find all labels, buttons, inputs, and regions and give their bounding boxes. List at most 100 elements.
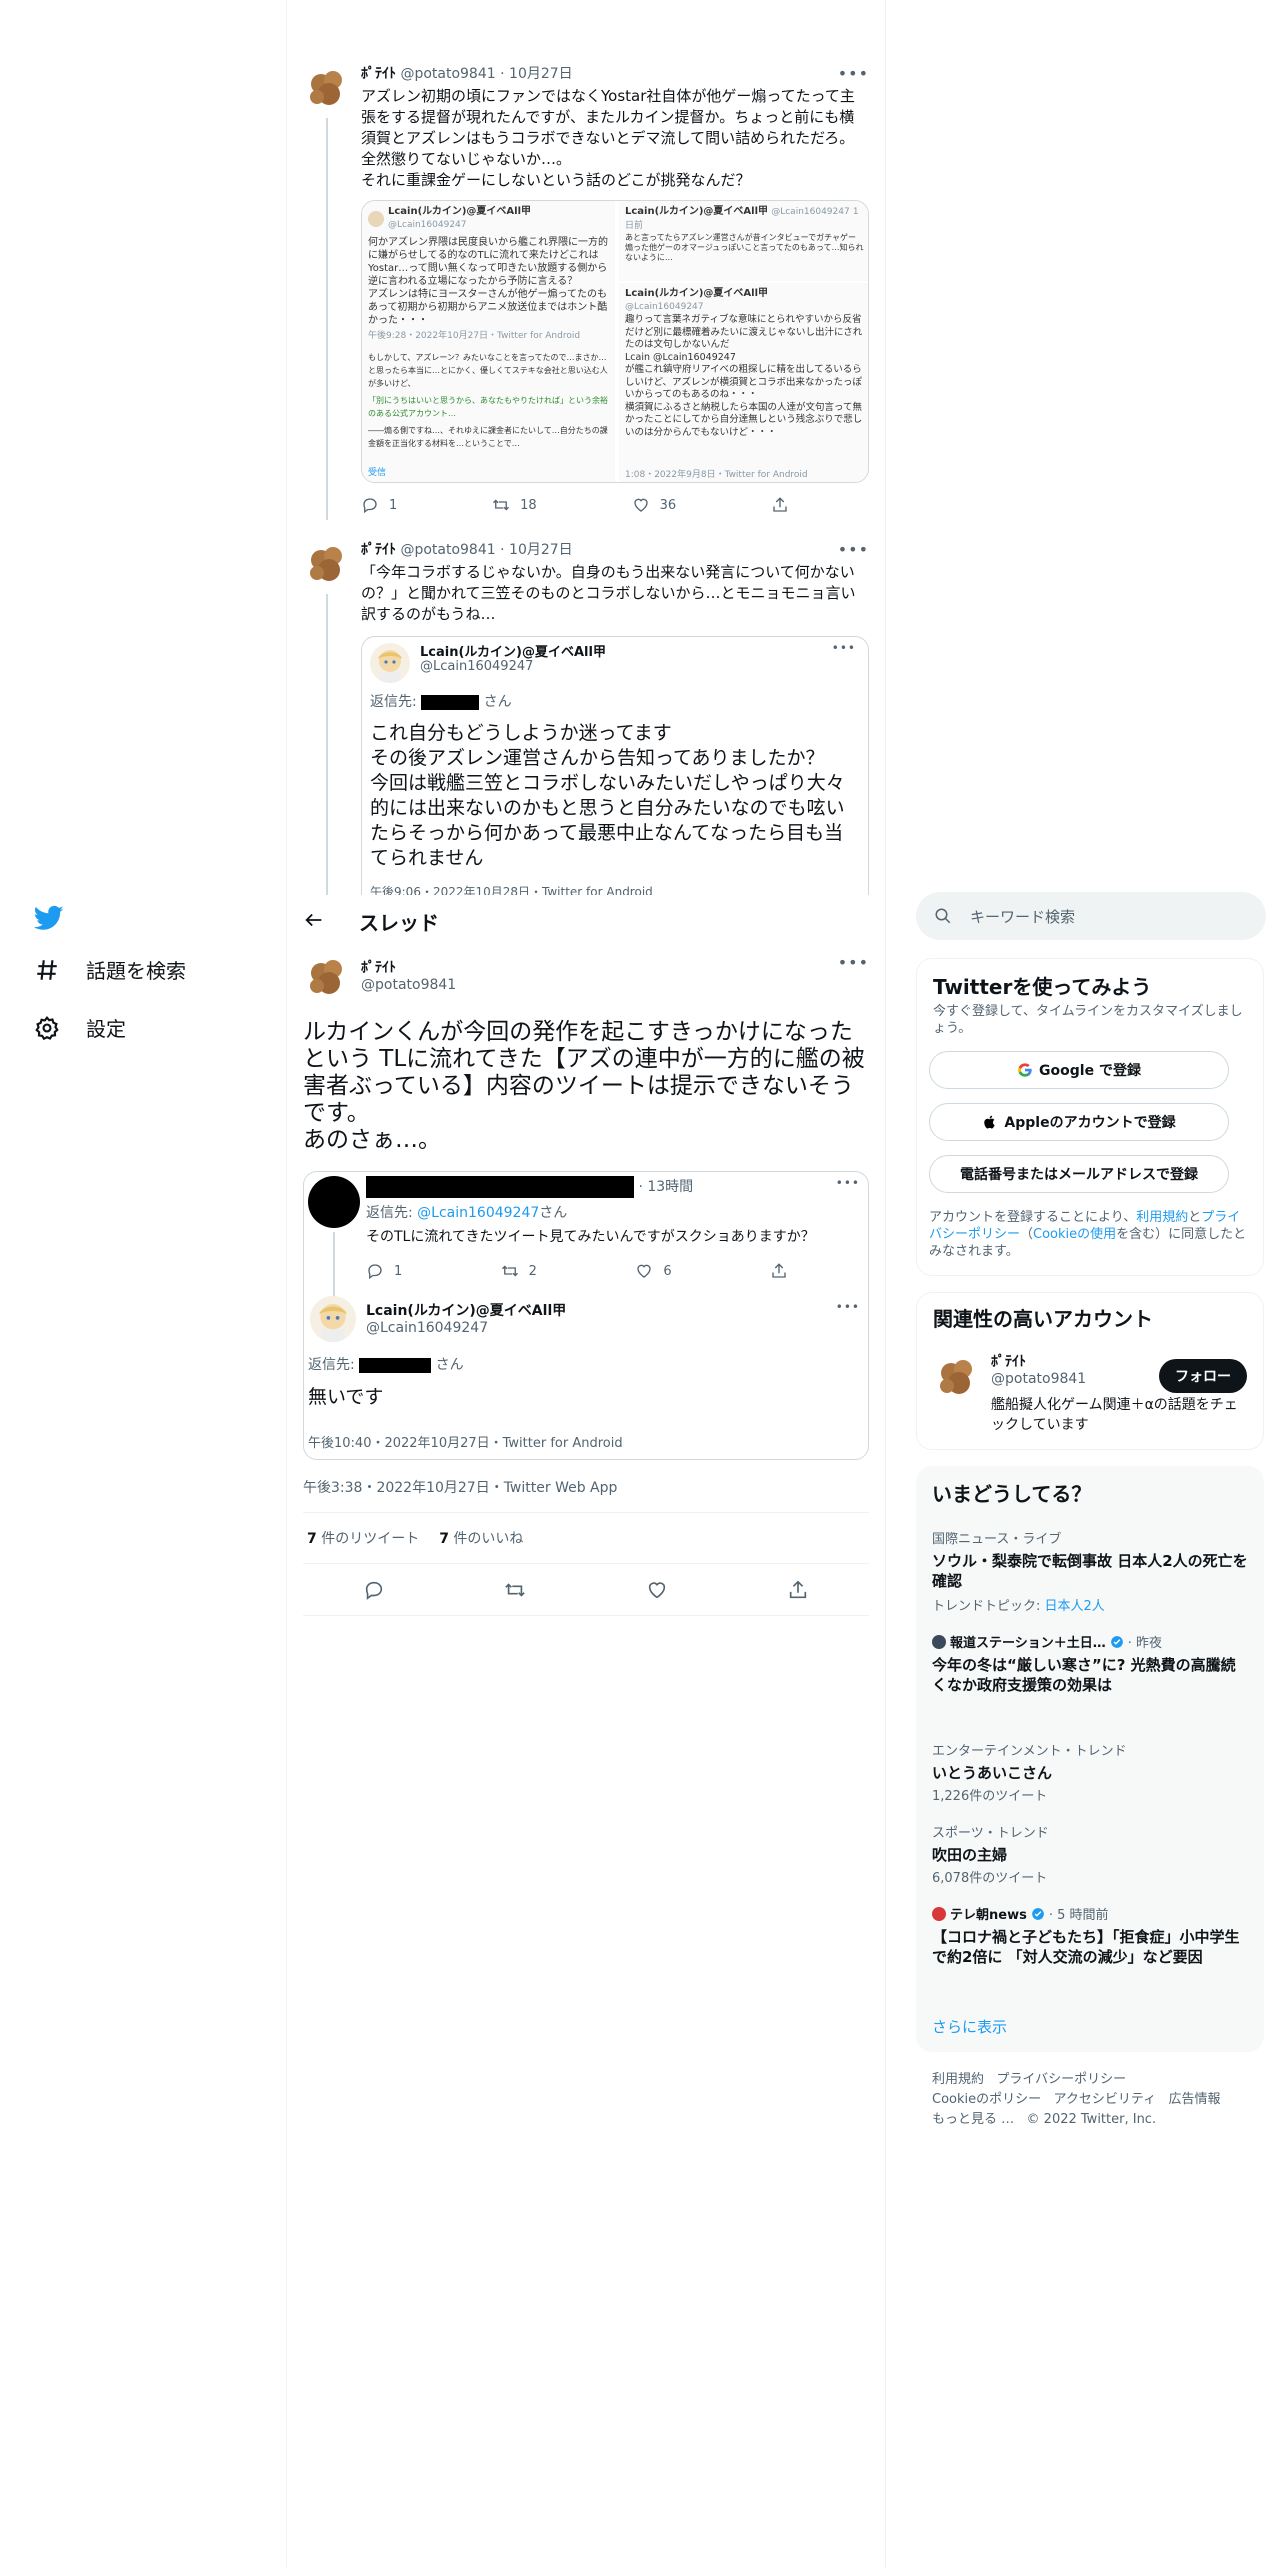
trend-item[interactable]: 報道ステーション＋土日… · 昨夜 今年の冬は“厳しい寒さ”に? 光熱費の高騰続… (932, 1632, 1248, 1695)
quoted-tweet[interactable]: Lcain(ルカイン)@夏イベAll甲 @Lcain16049247 ••• 返… (361, 636, 869, 895)
main-tweet: ﾎﾟﾃｲﾄ @potato9841 ••• ルカインくんが今回の発作を起こすきっ… (303, 953, 869, 1616)
more-icon[interactable]: ••• (838, 953, 869, 972)
shot-handle: @Lcain16049247 (388, 220, 467, 230)
trend-name: 【コロナ禍と子どもたち】「拒食症」小中学生で約2倍に 「対人交流の減少」など要因 (932, 1928, 1240, 1966)
more-icon[interactable]: ••• (838, 64, 869, 83)
footer-link[interactable]: Cookieのポリシー (932, 2092, 1041, 2107)
tweet-timestamp[interactable]: 午後3:38・2022年10月27日・Twitter Web App (303, 1477, 617, 1497)
retweet-button[interactable]: 18 (492, 496, 537, 514)
avatar[interactable] (303, 953, 351, 1001)
avatar[interactable] (303, 540, 351, 588)
reply-handle-link[interactable]: @Lcain16049247 (417, 1205, 539, 1221)
tweet-body: ﾎﾟﾃｲﾄ @potato9841 · 10月27日 ••• 「今年コラボするじ… (361, 540, 869, 895)
more-icon[interactable]: ••• (836, 1176, 860, 1190)
quoted-handle: @Lcain16049247 (420, 659, 534, 674)
trend-item[interactable]: エンターテインメント・トレンド いとうあいこさん 1,226件のツイート (932, 1740, 1248, 1804)
tweet-header: ﾎﾟﾃｲﾄ @potato9841 · 10月27日 (361, 540, 869, 560)
avatar (310, 1296, 356, 1342)
tweet[interactable]: ﾎﾟﾃｲﾄ @potato9841 · 10月27日 ••• 「今年コラボするじ… (303, 540, 869, 895)
shot-meta: 午後9:28・2022年10月27日・Twitter for Android (368, 331, 581, 341)
phone-email-signup-label: 電話番号またはメールアドレスで登録 (960, 1167, 1198, 1183)
thread-connector (326, 594, 328, 895)
like-stat[interactable]: 7 件のいいね (439, 1528, 523, 1548)
redaction-bar (421, 694, 480, 710)
tweet-date[interactable]: 10月27日 (509, 542, 573, 558)
author-name[interactable]: ﾎﾟﾃｲﾄ (361, 542, 396, 558)
reply-suffix: さん (435, 1357, 464, 1373)
copyright: © 2022 Twitter, Inc. (1026, 2112, 1157, 2127)
heart-icon[interactable] (646, 1579, 668, 1601)
retweet-stat[interactable]: 7 件のリツイート (307, 1528, 419, 1548)
avatar[interactable] (933, 1353, 981, 1401)
thread-header: スレッド (287, 895, 885, 948)
trend-name: いとうあいこさん (932, 1764, 1053, 1782)
trend-name: 吹田の主婦 (932, 1846, 1008, 1864)
reply-icon[interactable] (363, 1579, 385, 1601)
quoted-meta: 午後9:06・2022年10月28日・Twitter for Android (370, 885, 653, 895)
related-handle[interactable]: @potato9841 (991, 1371, 1086, 1387)
retweet-icon (501, 1265, 518, 1277)
cookie-link[interactable]: Cookieの使用 (1033, 1227, 1116, 1242)
share-button[interactable] (770, 1262, 788, 1280)
trend-category: エンターテインメント・トレンド (932, 1744, 1127, 1759)
tweet-stats: 7 件のリツイート 7 件のいいね (303, 1512, 869, 1564)
embedded-thread-region: ﾎﾟﾃｲﾄ @potato9841 · 10月27日 ••• アズレン初期の頃に… (287, 0, 885, 895)
like-button[interactable]: 6 (635, 1262, 672, 1280)
footer-link[interactable]: 利用規約 (932, 2072, 984, 2087)
like-button[interactable]: 36 (632, 496, 676, 514)
trend-item[interactable]: テレ朝news · 5 時間前 【コロナ禍と子どもたち】「拒食症」小中学生で約2… (932, 1904, 1248, 1967)
tweet-text: アズレン初期の頃にファンではなくYostar社自体が他ゲー煽ってたって主張をする… (361, 87, 855, 189)
media-image-right-bottom[interactable]: Lcain(ルカイン)@夏イベAll甲 @Lcain16049247 趣りって言葉… (617, 283, 868, 482)
more-icon[interactable]: ••• (832, 641, 856, 655)
show-more-link[interactable]: さらに表示 (932, 2016, 1007, 2037)
verified-badge-icon (1031, 1907, 1044, 1920)
signup-legal: アカウントを登録することにより、利用規約とプライバシーポリシー（Cookieの使… (929, 1209, 1247, 1260)
media-image-right-top[interactable]: Lcain(ルカイン)@夏イベAll甲 @Lcain16049247 1日前 あ… (617, 201, 868, 281)
back-arrow-icon[interactable] (303, 909, 325, 931)
nav-explore-label: 話題を検索 (86, 959, 186, 983)
reply-button[interactable]: 1 (366, 1262, 402, 1280)
heart-icon (633, 498, 648, 512)
media-image-left[interactable]: Lcain(ルカイン)@夏イベAll甲 @Lcain16049247 何かアズレン… (362, 201, 615, 482)
legal-text: と (1188, 1210, 1202, 1225)
footer-link[interactable]: 広告情報 (1169, 2092, 1221, 2107)
apple-signup-button[interactable]: Appleのアカウントで登録 (929, 1103, 1229, 1141)
trend-name: ソウル・梨泰院で転倒事故 日本人2人の死亡を確認 (932, 1552, 1248, 1590)
tweet-media-grid[interactable]: Lcain(ルカイン)@夏イベAll甲 @Lcain16049247 何かアズレン… (361, 200, 869, 483)
retweet-icon[interactable] (504, 1579, 526, 1601)
footer-more-link[interactable]: もっと見る … (932, 2112, 1014, 2127)
more-icon[interactable]: ••• (836, 1300, 860, 1314)
reply-button[interactable]: 1 (361, 496, 397, 514)
author-name[interactable]: ﾎﾟﾃｲﾄ (361, 66, 396, 82)
google-signup-button[interactable]: Google で登録 (929, 1051, 1229, 1089)
follow-button[interactable]: フォロー (1159, 1359, 1247, 1393)
nav-explore[interactable]: 話題を検索 (34, 955, 186, 984)
nav-settings[interactable]: 設定 (34, 1013, 126, 1042)
author-handle[interactable]: @potato9841 (400, 542, 495, 558)
search-box[interactable]: キーワード検索 (916, 892, 1266, 940)
quoted-conversation[interactable]: · 13時間 ••• 返信先: @Lcain16049247さん そのTLに流れ… (303, 1171, 869, 1460)
retweet-button[interactable]: 2 (501, 1262, 537, 1280)
more-icon[interactable]: ••• (838, 540, 869, 559)
share-button[interactable] (771, 496, 789, 514)
author-handle[interactable]: @potato9841 (400, 66, 495, 82)
tweet-body: ﾎﾟﾃｲﾄ @potato9841 · 10月27日 ••• アズレン初期の頃に… (361, 64, 869, 514)
retweet-count: 18 (520, 497, 537, 513)
tweet-date[interactable]: 10月27日 (509, 66, 573, 82)
related-name[interactable]: ﾎﾟﾃｲﾄ (991, 1351, 1026, 1371)
share-icon[interactable] (787, 1579, 809, 1601)
author-handle[interactable]: @potato9841 (361, 977, 456, 993)
trend-item[interactable]: 国際ニュース・ライブ ソウル・梨泰院で転倒事故 日本人2人の死亡を確認 トレンド… (932, 1528, 1248, 1614)
author-name[interactable]: ﾎﾟﾃｲﾄ (361, 957, 396, 977)
trend-topic-link[interactable]: 日本人2人 (1045, 1599, 1105, 1614)
footer-link[interactable]: アクセシビリティ (1054, 2092, 1157, 2107)
trend-item[interactable]: スポーツ・トレンド 吹田の主婦 6,078件のツイート (932, 1822, 1248, 1886)
tweet[interactable]: ﾎﾟﾃｲﾄ @potato9841 · 10月27日 ••• アズレン初期の頃に… (303, 64, 869, 520)
footer-link[interactable]: プライバシーポリシー (996, 2072, 1126, 2087)
twitter-logo-icon[interactable] (34, 903, 64, 933)
terms-link[interactable]: 利用規約 (1136, 1210, 1188, 1225)
search-input[interactable]: キーワード検索 (970, 906, 1075, 927)
signup-title: Twitterを使ってみよう (933, 975, 1152, 999)
avatar[interactable] (303, 64, 351, 112)
phone-email-signup-button[interactable]: 電話番号またはメールアドレスで登録 (929, 1155, 1229, 1193)
